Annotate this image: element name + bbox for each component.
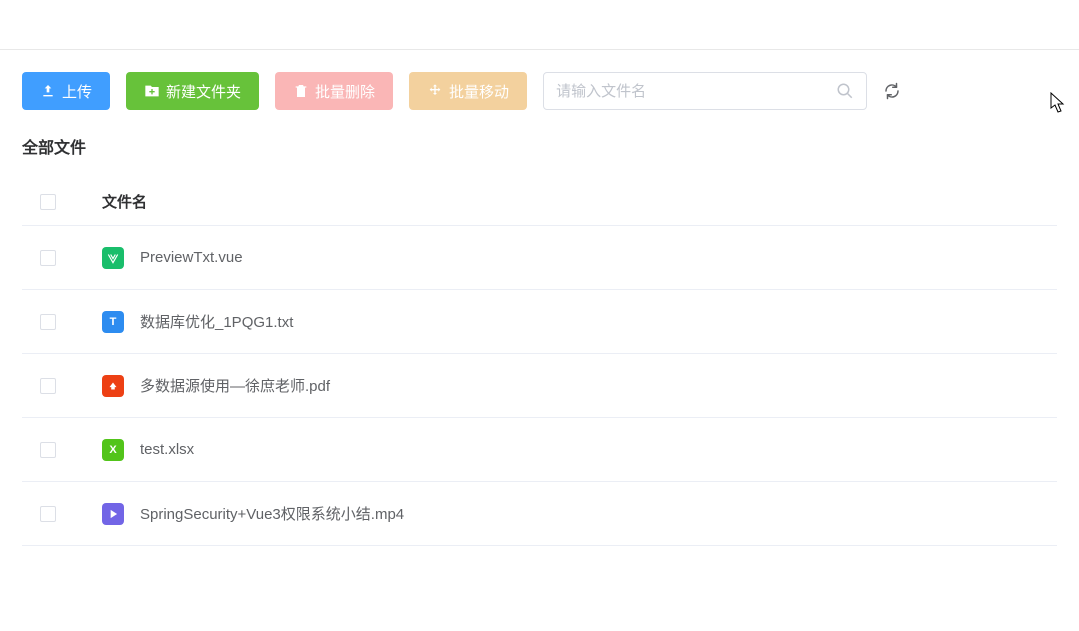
row-checkbox[interactable] [40,314,56,330]
row-checkbox-col [22,506,102,522]
file-name[interactable]: 多数据源使用—徐庶老师.pdf [140,375,330,396]
vue-file-icon [102,247,124,269]
folder-plus-icon [144,83,160,99]
select-all-checkbox[interactable] [40,194,56,210]
row-filename-col: 多数据源使用—徐庶老师.pdf [102,375,1057,397]
batch-delete-button[interactable]: 批量删除 [275,72,393,110]
batch-move-label: 批量移动 [449,81,509,102]
row-filename-col: PreviewTxt.vue [102,247,1057,269]
txt-file-icon: T [102,311,124,333]
mp4-file-icon [102,503,124,525]
row-checkbox-col [22,314,102,330]
row-checkbox-col [22,442,102,458]
pdf-file-icon [102,375,124,397]
table-body: PreviewTxt.vue T 数据库优化_1PQG1.txt 多数据源使用—徐庶老… [22,226,1057,546]
new-folder-label: 新建文件夹 [166,81,241,102]
breadcrumb[interactable]: 全部文件 [22,134,1057,158]
search-icon[interactable] [836,82,854,100]
file-name[interactable]: PreviewTxt.vue [140,249,243,266]
xlsx-file-icon: X [102,439,124,461]
file-name[interactable]: test.xlsx [140,441,194,458]
file-name[interactable]: 数据库优化_1PQG1.txt [140,311,293,332]
batch-move-button[interactable]: 批量移动 [409,72,527,110]
row-filename-col: SpringSecurity+Vue3权限系统小结.mp4 [102,503,1057,525]
row-checkbox-col [22,250,102,266]
row-checkbox[interactable] [40,506,56,522]
main-content: 上传 新建文件夹 批量删除 批量移动 全部文件 文 [0,50,1079,546]
table-row[interactable]: Xtest.xlsx [22,418,1057,482]
upload-label: 上传 [62,81,92,102]
new-folder-button[interactable]: 新建文件夹 [126,72,259,110]
row-checkbox-col [22,378,102,394]
table-header: 文件名 [22,178,1057,226]
row-checkbox[interactable] [40,378,56,394]
row-checkbox[interactable] [40,442,56,458]
row-filename-col: T 数据库优化_1PQG1.txt [102,311,1057,333]
upload-icon [40,83,56,99]
row-checkbox[interactable] [40,250,56,266]
move-icon [427,83,443,99]
header-checkbox-col [22,194,102,210]
table-row[interactable]: 多数据源使用—徐庶老师.pdf [22,354,1057,418]
toolbar: 上传 新建文件夹 批量删除 批量移动 [22,72,1057,110]
row-filename-col: Xtest.xlsx [102,439,1057,461]
search-wrapper [543,72,867,110]
upload-button[interactable]: 上传 [22,72,110,110]
search-input[interactable] [556,83,836,100]
trash-icon [293,83,309,99]
header-filename: 文件名 [102,191,1057,212]
file-table: 文件名 PreviewTxt.vue T 数据库优化_1PQG1.txt 多数据源使用… [22,178,1057,546]
table-row[interactable]: PreviewTxt.vue [22,226,1057,290]
file-name[interactable]: SpringSecurity+Vue3权限系统小结.mp4 [140,503,404,524]
refresh-icon[interactable] [883,82,901,100]
batch-delete-label: 批量删除 [315,81,375,102]
top-header-area [0,0,1079,50]
table-row[interactable]: SpringSecurity+Vue3权限系统小结.mp4 [22,482,1057,546]
table-row[interactable]: T 数据库优化_1PQG1.txt [22,290,1057,354]
